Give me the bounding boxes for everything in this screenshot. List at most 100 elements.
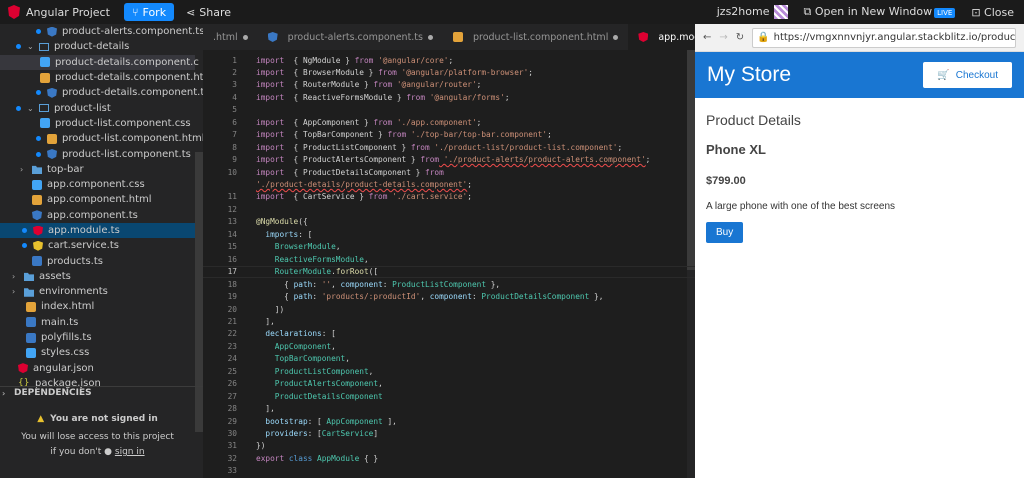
ts-file-icon: [26, 332, 36, 343]
tree-item[interactable]: angular.json: [0, 361, 195, 376]
tree-item[interactable]: product-details.component.ts: [0, 85, 203, 100]
code-line[interactable]: 25 ProductListComponent,: [203, 365, 695, 377]
code-token: RouterModule: [256, 267, 332, 277]
code-line[interactable]: 23 AppComponent,: [203, 340, 695, 352]
code-line[interactable]: 29 bootstrap: [ AppComponent ],: [203, 415, 695, 427]
line-number: 3: [232, 80, 237, 90]
signin-link[interactable]: sign in: [115, 447, 145, 457]
project-title[interactable]: Angular Project: [0, 5, 118, 19]
tree-item-label: polyfills.ts: [41, 332, 92, 344]
code-token: ,: [368, 366, 374, 376]
tree-item[interactable]: product-list.component.ts: [0, 146, 195, 161]
code-line[interactable]: 22 declarations: [: [203, 328, 695, 340]
dependencies-section[interactable]: › DEPENDENCIES: [0, 386, 203, 399]
editor-tab[interactable]: product-list.component.html: [443, 24, 628, 50]
modified-dot-icon: [16, 44, 21, 50]
tree-item[interactable]: app.module.ts: [0, 222, 195, 239]
code-line[interactable]: './product-details/product-details.compo…: [203, 179, 695, 191]
angular-file-icon: [18, 363, 28, 374]
tree-item[interactable]: main.ts: [0, 315, 195, 330]
code-line[interactable]: 9 import { ProductAlertsComponent } from …: [203, 154, 695, 166]
open-new-window-button[interactable]: ⧉ Open in New Window LIVE: [804, 5, 956, 19]
warning-icon: ▲: [37, 414, 45, 424]
code-line[interactable]: 21 ],: [203, 315, 695, 327]
code-token: { AppComponent }: [284, 117, 374, 127]
tree-item[interactable]: product-list.component.css: [0, 116, 195, 131]
signin-message-2: if you don't: [50, 447, 102, 457]
editor-tab-label: .html: [213, 31, 238, 43]
code-line[interactable]: 15 BrowserModule,: [203, 241, 695, 253]
code-line[interactable]: 2 import { BrowserModule } from '@angular…: [203, 66, 695, 78]
code-line[interactable]: 16 ReactiveFormsModule,: [203, 253, 695, 265]
code-line[interactable]: 5: [203, 104, 695, 116]
code-line[interactable]: 27 ProductDetailsComponent: [203, 390, 695, 402]
code-line[interactable]: 11 import { CartService } from './cart.se…: [203, 191, 695, 203]
fork-button[interactable]: ⑂ Fork: [123, 3, 175, 21]
tree-item[interactable]: index.html: [0, 299, 195, 314]
code-text: AppComponent,: [241, 342, 336, 351]
tree-item-label: product-details.component.c: [55, 56, 199, 68]
code-line[interactable]: 17 RouterModule.forRoot([: [203, 265, 695, 278]
tree-item[interactable]: styles.css: [0, 345, 195, 360]
tree-item[interactable]: ⌄ product-details: [0, 39, 195, 54]
editor-tab[interactable]: .html: [203, 24, 258, 50]
code-line[interactable]: 6 import { AppComponent } from './app.com…: [203, 116, 695, 128]
code-line[interactable]: 28 ],: [203, 403, 695, 415]
tree-item[interactable]: product-alerts.component.ts: [0, 24, 203, 39]
code-line[interactable]: 13 @NgModule({: [203, 216, 695, 228]
refresh-icon[interactable]: ↻: [736, 32, 744, 43]
forward-icon[interactable]: →: [719, 32, 727, 43]
code-token: ;: [645, 155, 651, 165]
store-title[interactable]: My Store: [707, 63, 791, 87]
code-line[interactable]: 26 ProductAlertsComponent,: [203, 378, 695, 390]
tree-item[interactable]: polyfills.ts: [0, 330, 195, 345]
close-button[interactable]: ⊡ Close: [971, 6, 1014, 19]
buy-button[interactable]: Buy: [706, 222, 744, 243]
code-line[interactable]: 33: [203, 465, 695, 477]
code-line[interactable]: 30 providers: [CartService]: [203, 428, 695, 440]
tree-item[interactable]: › assets: [0, 269, 195, 284]
code-line[interactable]: 10 import { ProductDetailsComponent } fro…: [203, 166, 695, 178]
line-number: 14: [227, 229, 237, 239]
tree-item-label: app.component.html: [47, 194, 152, 206]
share-button[interactable]: ⋖ Share: [186, 6, 231, 19]
code-token: './product-list/product-list.component': [429, 142, 618, 152]
code-line[interactable]: 7 import { TopBarComponent } from './top-…: [203, 129, 695, 141]
tree-item[interactable]: ⌄ product-list: [0, 100, 195, 115]
code-line[interactable]: 32 export class AppModule { }: [203, 452, 695, 464]
code-text: import { RouterModule } from '@angular/r…: [241, 80, 481, 89]
editor-tab[interactable]: product-alerts.component.ts: [258, 24, 443, 50]
tree-item[interactable]: app.component.css: [0, 177, 195, 192]
code-line[interactable]: 8 import { ProductListComponent } from '.…: [203, 141, 695, 153]
code-line[interactable]: 1 import { NgModule } from '@angular/core…: [203, 54, 695, 66]
code-line[interactable]: 18 { path: '', component: ProductListCom…: [203, 278, 695, 290]
code-line[interactable]: 31}): [203, 440, 695, 452]
code-token: './cart.service': [387, 192, 468, 202]
tree-item[interactable]: products.ts: [0, 253, 195, 268]
tree-item-label: styles.css: [41, 347, 90, 359]
code-editor[interactable]: 1 import { NgModule } from '@angular/core…: [203, 50, 695, 478]
code-token: from: [373, 117, 393, 127]
code-line[interactable]: 14 imports: [: [203, 228, 695, 240]
code-line[interactable]: 3 import { RouterModule } from '@angular/…: [203, 79, 695, 91]
checkout-button[interactable]: 🛒 Checkout: [923, 62, 1012, 88]
code-line[interactable]: 24 TopBarComponent,: [203, 353, 695, 365]
tree-item[interactable]: product-details.component.c ✎ 🗑: [0, 54, 203, 70]
tree-item[interactable]: product-list.component.html: [0, 131, 203, 146]
tree-item[interactable]: product-details.component.html: [0, 70, 203, 85]
tree-item[interactable]: app.component.html: [0, 192, 195, 207]
code-line[interactable]: 12: [203, 203, 695, 215]
tree-item[interactable]: app.component.ts: [0, 208, 195, 223]
tree-item[interactable]: › top-bar: [0, 162, 195, 177]
user-menu[interactable]: jzs2home: [717, 5, 788, 19]
url-bar[interactable]: 🔒 https://vmgxnnvnjyr.angular.stackblitz.…: [752, 27, 1016, 48]
code-line[interactable]: 20 ]): [203, 303, 695, 315]
tree-item[interactable]: cart.service.ts: [0, 238, 195, 253]
github-icon: ●: [104, 447, 113, 457]
tree-item[interactable]: › environments: [0, 284, 195, 299]
back-icon[interactable]: ←: [703, 32, 711, 43]
code-line[interactable]: 19 { path: 'products/:productId', compon…: [203, 291, 695, 303]
code-token: TopBarComponent: [256, 354, 346, 364]
code-token: ;: [547, 130, 552, 140]
code-line[interactable]: 4 import { ReactiveFormsModule } from '@a…: [203, 91, 695, 103]
